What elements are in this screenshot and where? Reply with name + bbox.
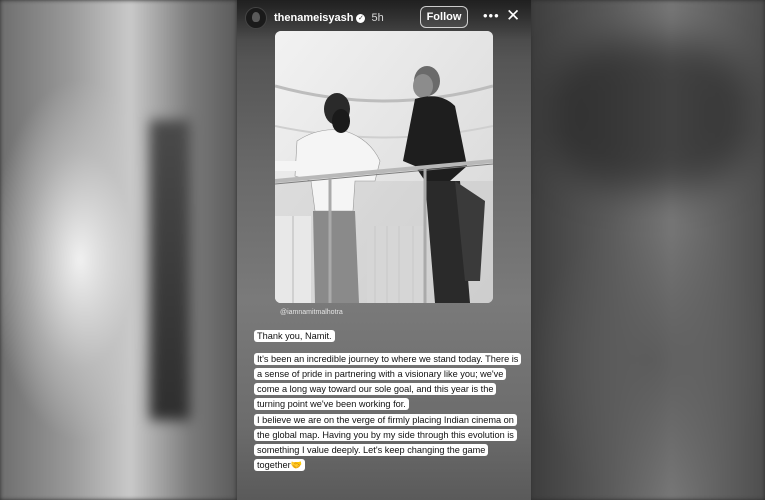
story-header: thenameisyash ✓ 5h	[245, 6, 523, 30]
more-options-icon[interactable]: •••	[483, 8, 500, 23]
photo-illustration	[275, 31, 493, 303]
story-viewer[interactable]: thenameisyash ✓ 5h Follow ••• ✕ @iamnami…	[237, 0, 531, 500]
story-time: 5h	[371, 12, 384, 24]
caption-paragraph-2: It's been an incredible journey to where…	[254, 352, 522, 412]
caption-text-3: I believe we are on the verge of firmly …	[254, 414, 517, 471]
photo-credit[interactable]: @iamnamitmalhotra	[280, 309, 343, 316]
verified-badge-icon: ✓	[356, 13, 366, 23]
caption-paragraph-3: I believe we are on the verge of firmly …	[254, 413, 519, 473]
blurred-background-left	[0, 0, 237, 500]
caption-text-1: Thank you, Namit.	[254, 330, 335, 342]
avatar[interactable]	[245, 7, 267, 29]
username[interactable]: thenameisyash	[274, 12, 353, 24]
caption-text-2: It's been an incredible journey to where…	[254, 353, 522, 410]
story-photo	[275, 31, 493, 303]
follow-button[interactable]: Follow	[420, 6, 468, 28]
blurred-background-right	[530, 0, 765, 500]
caption-paragraph-1: Thank you, Namit.	[254, 329, 335, 344]
close-icon[interactable]: ✕	[506, 7, 520, 25]
